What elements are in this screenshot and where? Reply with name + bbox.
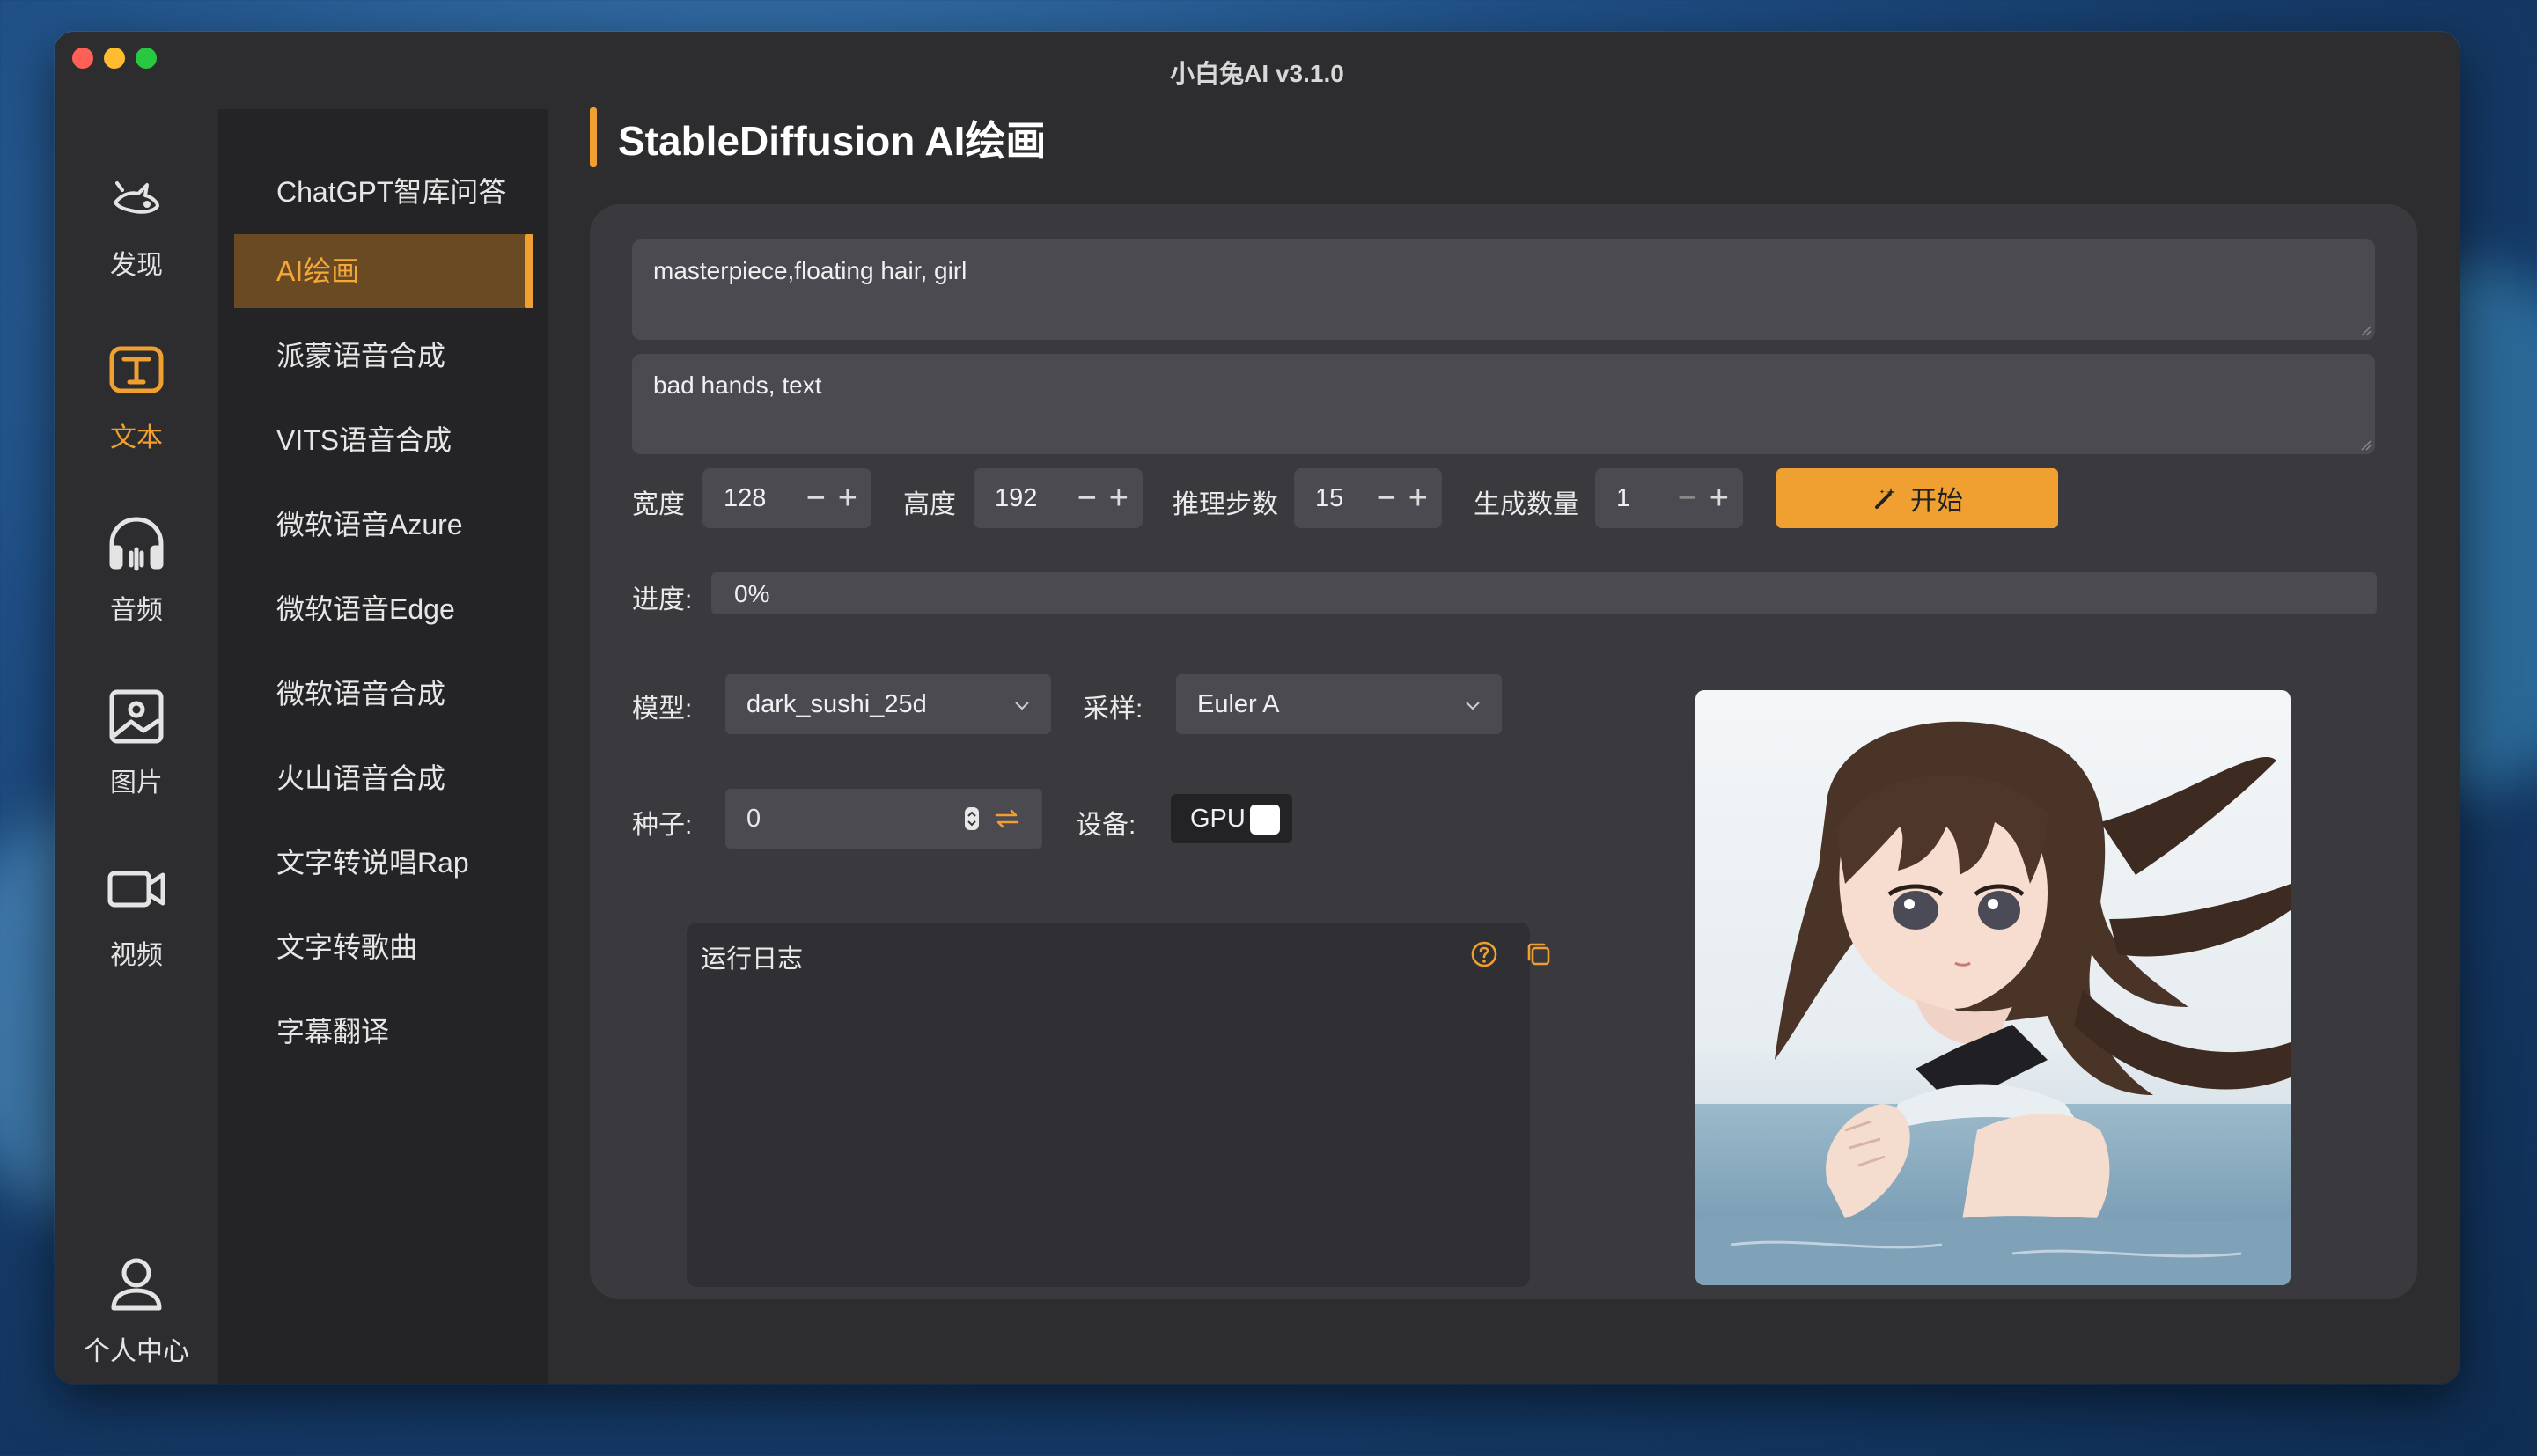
anime-girl-illustration <box>1695 690 2291 1285</box>
menu-item-azure-tts[interactable]: 微软语音Azure <box>234 488 533 562</box>
steps-value: 15 <box>1315 483 1344 512</box>
sampler-value: Euler A <box>1197 689 1280 718</box>
window-title: 小白兔AI v3.1.0 <box>1170 60 1344 87</box>
seed-label: 种子: <box>632 811 693 840</box>
start-button[interactable]: 开始 <box>1776 468 2058 528</box>
count-stepper[interactable]: 1 − + <box>1595 468 1743 528</box>
steps-label: 推理步数 <box>1173 490 1278 519</box>
chevron-down-icon <box>1015 702 1029 710</box>
negative-prompt-input[interactable]: bad hands, text <box>632 354 2375 454</box>
width-label: 宽度 <box>632 490 685 519</box>
text-icon <box>109 346 164 393</box>
nav-video[interactable]: 视频 <box>55 857 218 1007</box>
run-log-title: 运行日志 <box>701 945 804 974</box>
menu-item-ai-painting[interactable]: AI绘画 <box>234 234 533 308</box>
headphones-icon <box>109 517 164 571</box>
dice-icon[interactable] <box>963 805 981 832</box>
nav-profile[interactable]: 个人中心 <box>55 1254 218 1384</box>
progress-bar: 0% <box>711 572 2377 614</box>
app-window: 小白兔AI v3.1.0 发现 文本 音频 图片 视频 个人中心 ChatGPT… <box>55 32 2460 1384</box>
sampler-label: 采样: <box>1083 695 1143 724</box>
image-icon <box>109 689 164 744</box>
seed-input[interactable]: 0 <box>725 789 1042 849</box>
height-stepper[interactable]: 192 − + <box>974 468 1143 528</box>
copy-icon[interactable] <box>1523 938 1555 970</box>
nav-label: 个人中心 <box>84 1337 189 1366</box>
progress-label: 进度: <box>632 585 693 614</box>
seed-value: 0 <box>746 804 761 833</box>
titlebar: 小白兔AI v3.1.0 <box>55 32 2460 109</box>
nav-image[interactable]: 图片 <box>55 685 218 835</box>
resize-handle-icon[interactable] <box>2357 322 2372 336</box>
increment-icon[interactable]: + <box>1109 482 1129 515</box>
increment-icon[interactable]: + <box>1408 482 1428 515</box>
height-label: 高度 <box>903 490 956 519</box>
progress-text: 0% <box>734 580 770 607</box>
menu-item-ms-tts[interactable]: 微软语音合成 <box>234 657 533 731</box>
magic-wand-icon <box>1875 488 1895 509</box>
menu-item-rap[interactable]: 文字转说唱Rap <box>234 826 533 900</box>
nav-label: 音频 <box>110 596 163 625</box>
start-label: 开始 <box>1910 487 1963 516</box>
steps-stepper[interactable]: 15 − + <box>1294 468 1442 528</box>
video-icon <box>107 871 165 908</box>
positive-prompt-text: masterpiece,floating hair, girl <box>653 257 967 284</box>
menu-item-edge-tts[interactable]: 微软语音Edge <box>234 572 533 646</box>
title-accent-bar <box>590 107 597 167</box>
refresh-icon[interactable] <box>993 805 1021 833</box>
nav-discover[interactable]: 发现 <box>55 167 218 317</box>
user-icon <box>111 1258 162 1311</box>
run-log-panel: 运行日志 <box>687 923 1550 1287</box>
width-stepper[interactable]: 128 − + <box>702 468 871 528</box>
nav-label: 文本 <box>110 423 163 452</box>
menu-item-vits-tts[interactable]: VITS语音合成 <box>234 403 533 477</box>
menu-item-song[interactable]: 文字转歌曲 <box>234 910 533 984</box>
generated-image-preview <box>1695 690 2291 1285</box>
device-label: 设备: <box>1076 811 1136 840</box>
height-value: 192 <box>995 483 1038 512</box>
negative-prompt-text: bad hands, text <box>653 371 822 399</box>
decrement-icon[interactable]: − <box>1077 482 1097 515</box>
discover-icon <box>114 181 159 214</box>
resize-handle-icon[interactable] <box>2357 437 2372 451</box>
width-value: 128 <box>724 483 767 512</box>
model-value: dark_sushi_25d <box>746 689 927 718</box>
menu-item-chatgpt[interactable]: ChatGPT智库问答 <box>234 155 533 229</box>
decrement-icon: − <box>1677 480 1697 517</box>
increment-icon[interactable]: + <box>1710 482 1729 515</box>
feature-menu: ChatGPT智库问答 AI绘画 派蒙语音合成 VITS语音合成 微软语音Azu… <box>218 109 548 1384</box>
nav-label: 视频 <box>110 941 163 970</box>
menu-item-subtitle[interactable]: 字幕翻译 <box>234 995 533 1069</box>
increment-icon[interactable]: + <box>838 482 857 515</box>
sampler-select[interactable]: Euler A <box>1176 674 1502 734</box>
decrement-icon[interactable]: − <box>1377 482 1396 515</box>
decrement-icon[interactable]: − <box>806 482 826 515</box>
menu-item-paimon-tts[interactable]: 派蒙语音合成 <box>234 319 533 393</box>
nav-text[interactable]: 文本 <box>55 340 218 489</box>
count-value: 1 <box>1616 483 1631 512</box>
device-toggle[interactable]: GPU <box>1171 794 1292 843</box>
positive-prompt-input[interactable]: masterpiece,floating hair, girl <box>632 239 2375 340</box>
toggle-knob[interactable] <box>1250 805 1280 835</box>
menu-item-volcano-tts[interactable]: 火山语音合成 <box>234 741 533 815</box>
device-value: GPU <box>1190 804 1246 833</box>
count-label: 生成数量 <box>1474 490 1579 519</box>
model-label: 模型: <box>632 695 693 724</box>
icon-sidebar: 发现 文本 音频 图片 视频 个人中心 <box>55 109 218 1384</box>
chevron-down-icon <box>1466 702 1480 710</box>
page-title: StableDiffusion AI绘画 <box>618 118 1047 164</box>
nav-audio[interactable]: 音频 <box>55 512 218 662</box>
model-select[interactable]: dark_sushi_25d <box>725 674 1051 734</box>
nav-label: 发现 <box>110 251 163 280</box>
nav-label: 图片 <box>110 768 163 798</box>
help-icon[interactable] <box>1468 938 1500 970</box>
